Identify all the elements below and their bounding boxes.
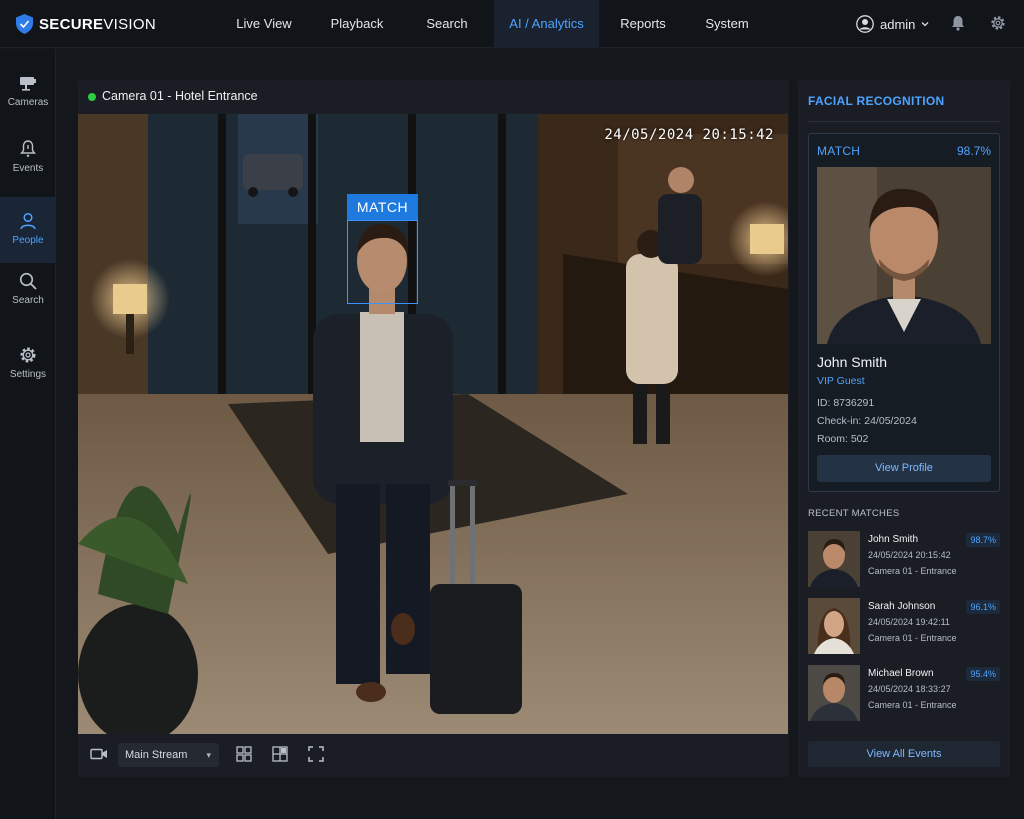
chevron-down-icon: ▾: [206, 750, 211, 760]
detection-label: MATCH: [347, 194, 418, 220]
camera-controls: Main Stream ▾: [78, 735, 789, 777]
person-tag: VIP Guest: [817, 375, 865, 387]
sidebar-item-label: Events: [12, 163, 44, 174]
person-name: John Smith: [817, 354, 888, 370]
recent-match-name: John Smith: [868, 534, 919, 545]
person-icon: [20, 212, 36, 230]
recent-match-camera: Camera 01 - Entrance: [868, 566, 957, 576]
recent-match-item[interactable]: John Smith 24/05/2024 20:15:42 Camera 01…: [808, 531, 1000, 587]
camera-icon: [20, 77, 36, 91]
sidebar-item-events[interactable]: Events: [0, 139, 56, 205]
user-icon: [856, 15, 874, 33]
face-detection-box[interactable]: [347, 220, 418, 304]
nav-live-view[interactable]: Live View: [222, 0, 306, 48]
shield-icon: [16, 14, 33, 34]
nav-ai-analytics[interactable]: AI / Analytics: [494, 0, 599, 48]
sidebar-item-label: Settings: [9, 369, 47, 380]
recent-match-time: 24/05/2024 19:42:11: [868, 617, 950, 627]
search-icon: [19, 272, 37, 290]
recent-match-score: 98.7%: [966, 533, 1000, 547]
sidebar-item-label: Search: [12, 295, 44, 306]
nav-reports[interactable]: Reports: [608, 0, 678, 48]
nav-playback[interactable]: Playback: [316, 0, 398, 48]
matched-person-photo: [817, 167, 991, 344]
person-checkin: Check-in: 24/05/2024: [817, 415, 917, 427]
camera-title: Camera 01 - Hotel Entrance: [102, 89, 258, 103]
person-id: ID: 8736291: [817, 397, 875, 409]
recent-match-score: 95.4%: [966, 667, 1000, 681]
alert-icon: [20, 140, 36, 157]
view-all-events-button[interactable]: View All Events: [808, 741, 1000, 767]
recent-match-item[interactable]: Michael Brown 24/05/2024 18:33:27 Camera…: [808, 665, 1000, 721]
divider: [808, 121, 1000, 122]
recent-match-thumbnail: [808, 665, 860, 721]
recent-match-thumbnail: [808, 598, 860, 654]
camera-header: Camera 01 - Hotel Entrance: [78, 80, 258, 113]
brand-logo[interactable]: SECUREVISION: [16, 12, 156, 36]
panel-title: FACIAL RECOGNITION: [808, 94, 945, 108]
sidebar-item-search[interactable]: Search: [0, 271, 56, 337]
match-score: 98.7%: [956, 144, 991, 158]
sidebar-item-cameras[interactable]: Cameras: [0, 73, 56, 139]
sidebar-item-settings[interactable]: Settings: [0, 345, 56, 411]
camera-feed[interactable]: 24/05/2024 20:15:42 MATCH: [78, 114, 788, 734]
camera-timestamp: 24/05/2024 20:15:42: [604, 127, 774, 143]
user-name: admin: [880, 16, 916, 32]
view-profile-button[interactable]: View Profile: [817, 455, 991, 482]
recent-match-score: 96.1%: [966, 600, 1000, 614]
stream-select[interactable]: Main Stream ▾: [118, 743, 219, 767]
brand-name-bold: SECURE: [39, 15, 104, 33]
sidebar-item-label: People: [12, 235, 44, 246]
top-bar: SECUREVISION Live View Playback Search A…: [0, 0, 1024, 48]
recent-match-name: Michael Brown: [868, 668, 934, 679]
fullscreen-icon[interactable]: [307, 745, 325, 763]
nav-system[interactable]: System: [694, 0, 760, 48]
match-card-label: MATCH: [817, 144, 861, 158]
chevron-down-icon: [921, 22, 929, 27]
layout-split-icon[interactable]: [271, 745, 289, 763]
camera-feed-image: [78, 114, 788, 734]
sidebar-item-label: Cameras: [7, 97, 49, 108]
gear-icon: [20, 347, 36, 363]
live-status-dot: [88, 92, 96, 101]
recent-match-thumbnail: [808, 531, 860, 587]
person-room: Room: 502: [817, 433, 869, 445]
left-sidebar: Cameras Events People Search Settings: [0, 49, 56, 819]
recent-matches-title: RECENT MATCHES: [808, 508, 900, 519]
user-menu[interactable]: admin: [856, 13, 936, 35]
sidebar-item-people[interactable]: People: [0, 197, 56, 263]
recent-match-name: Sarah Johnson: [868, 601, 936, 612]
video-camera-icon[interactable]: [90, 745, 108, 763]
recent-match-time: 24/05/2024 18:33:27: [868, 684, 951, 694]
gear-icon[interactable]: [989, 14, 1007, 32]
layout-grid-icon[interactable]: [235, 745, 253, 763]
recent-match-time: 24/05/2024 20:15:42: [868, 550, 951, 560]
recent-match-camera: Camera 01 - Entrance: [868, 633, 957, 643]
brand-name-regular: VISION: [103, 15, 156, 33]
stream-select-value: Main Stream: [125, 749, 188, 761]
nav-search[interactable]: Search: [414, 0, 480, 48]
bell-icon[interactable]: [949, 14, 967, 32]
recent-match-item[interactable]: Sarah Johnson 24/05/2024 19:42:11 Camera…: [808, 598, 1000, 654]
recent-match-camera: Camera 01 - Entrance: [868, 700, 957, 710]
